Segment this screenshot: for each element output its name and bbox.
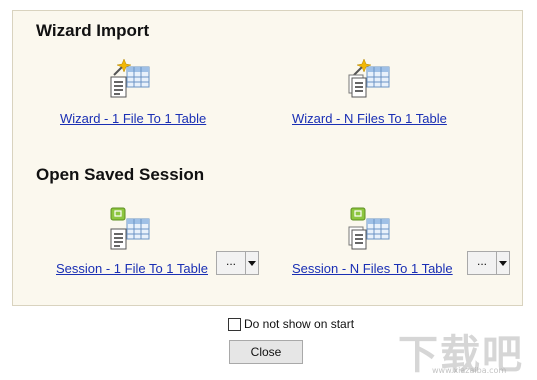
table-icon	[126, 66, 150, 88]
session-1-file-more-button[interactable]: ...	[216, 251, 259, 275]
session-badge-icon	[350, 207, 366, 221]
wizard-single-file-table-icon[interactable]	[107, 55, 153, 101]
options-panel: Wizard Import Wizard - 1 File To 1 Table…	[12, 10, 523, 306]
session-1-file-browse-button[interactable]: ...	[216, 251, 246, 275]
do-not-show-label: Do not show on start	[244, 317, 355, 331]
open-saved-session-title: Open Saved Session	[36, 165, 205, 184]
do-not-show-option[interactable]: Do not show on start	[228, 317, 354, 331]
wizard-import-title: Wizard Import	[36, 21, 150, 40]
session-badge-icon	[110, 207, 126, 221]
do-not-show-checkbox[interactable]	[228, 317, 241, 331]
session-single-file-table-icon[interactable]	[107, 207, 153, 253]
wizard-n-files-link[interactable]: Wizard - N Files To 1 Table	[292, 111, 447, 126]
session-n-files-browse-button[interactable]: ...	[467, 251, 497, 275]
document-icon	[110, 76, 127, 98]
session-multi-file-table-icon[interactable]	[347, 207, 393, 253]
documents-stack-icon	[348, 226, 367, 250]
wizard-multi-file-table-icon[interactable]	[347, 55, 393, 101]
start-dialog: Wizard Import Wizard - 1 File To 1 Table…	[0, 0, 537, 380]
watermark-url: www.xiazaiba.com	[432, 366, 507, 375]
session-n-files-link[interactable]: Session - N Files To 1 Table	[292, 261, 453, 276]
documents-stack-icon	[348, 74, 367, 98]
table-icon	[126, 218, 150, 240]
session-n-files-dropdown-arrow[interactable]	[497, 251, 510, 275]
session-1-file-link[interactable]: Session - 1 File To 1 Table	[56, 261, 208, 276]
table-icon	[366, 218, 390, 240]
wizard-1-file-link[interactable]: Wizard - 1 File To 1 Table	[60, 111, 206, 126]
close-button[interactable]: Close	[229, 340, 303, 364]
session-1-file-dropdown-arrow[interactable]	[246, 251, 259, 275]
table-icon	[366, 66, 390, 88]
document-icon	[110, 228, 127, 250]
session-n-files-more-button[interactable]: ...	[467, 251, 510, 275]
